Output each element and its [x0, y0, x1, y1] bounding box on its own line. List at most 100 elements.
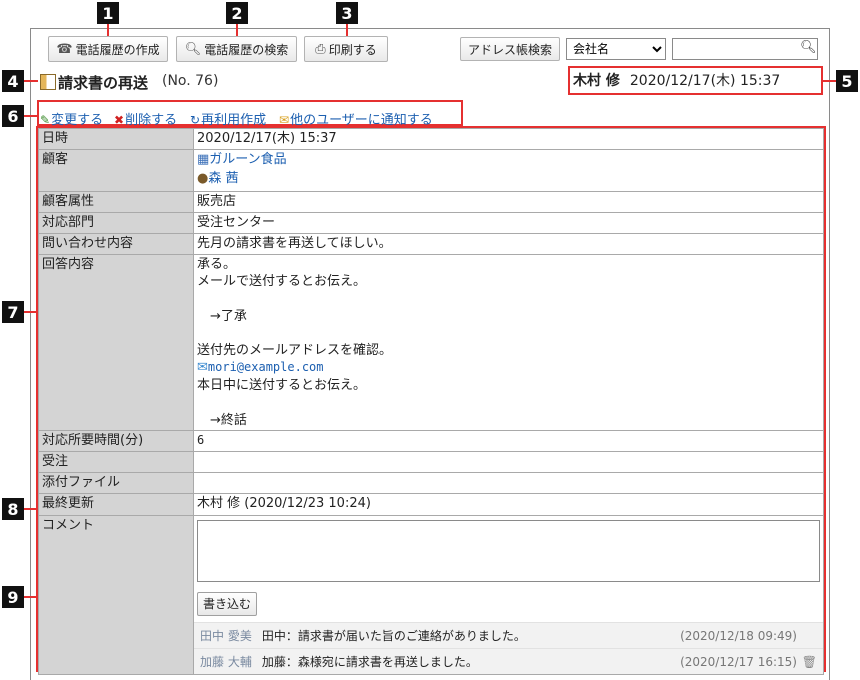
comment-item: 加藤 大輔 加藤：森様宛に請求書を再送しました。 (2020/12/17 16:1…	[194, 648, 823, 674]
marker-3: 3	[336, 2, 358, 24]
row-datetime: 日時 2020/12/17(木) 15:37	[38, 128, 824, 150]
updated-label: 最終更新	[38, 493, 194, 516]
comment-text: 田中：請求書が届いた旨のご連絡がありました。	[261, 629, 526, 643]
row-order: 受注	[38, 451, 824, 473]
datetime-label: 日時	[38, 128, 194, 150]
phone-icon: ☎	[56, 41, 73, 57]
order-value	[193, 451, 824, 473]
mail-icon: ✉	[197, 360, 208, 376]
customer-company-link[interactable]: ガルーン食品	[209, 152, 286, 167]
answer-email-link[interactable]: mori@example.com	[208, 360, 324, 374]
customer-label: 顧客	[38, 149, 194, 192]
marker-2-line	[236, 24, 238, 36]
row-inquiry: 問い合わせ内容 先月の請求書を再送してほしい。	[38, 233, 824, 255]
comment-author[interactable]: 加藤 大輔	[200, 655, 252, 669]
create-phone-history-label: 電話履歴の作成	[75, 42, 160, 57]
notify-link[interactable]: ✉他のユーザーに通知する	[279, 109, 433, 128]
addressbook-search-input[interactable]	[672, 38, 818, 60]
time-label: 対応所要時間(分)	[38, 430, 194, 452]
comment-date: (2020/12/17 16:15)	[680, 655, 797, 669]
trash-icon[interactable]: 🗑︎	[802, 649, 817, 675]
addressbook-search-button[interactable]: アドレス帳検索	[460, 37, 560, 61]
attribute-label: 顧客属性	[38, 191, 194, 213]
marker-6-line	[24, 115, 38, 117]
write-comment-button[interactable]: 書き込む	[197, 592, 258, 616]
marker-5-line	[822, 80, 836, 82]
edit-link[interactable]: ✎変更する	[40, 109, 103, 128]
row-time: 対応所要時間(分) 6	[38, 430, 824, 452]
person-icon: ●	[197, 171, 209, 186]
company-icon: ▦	[197, 152, 210, 167]
delete-label: 削除する	[125, 113, 178, 128]
answer-value: 承る。 メールで送付するとお伝え。 →了承 送付先のメールアドレスを確認。 ✉m…	[193, 254, 824, 431]
detail-table: 日時 2020/12/17(木) 15:37 顧客 ▦ガルーン食品 ●森 茜 顧…	[38, 128, 824, 675]
header-datetime: 2020/12/17(木) 15:37	[629, 73, 781, 89]
comment-area: 書き込む 田中 愛美 田中：請求書が届いた旨のご連絡がありました。 (2020/1…	[193, 515, 824, 675]
answer-text-2: 本日中に送付するとお伝え。 →終話	[197, 378, 367, 428]
row-attribute: 顧客属性 販売店	[38, 191, 824, 213]
marker-4: 4	[2, 70, 24, 92]
print-label: 印刷する	[328, 42, 377, 57]
reuse-link[interactable]: ↻再利用作成	[190, 109, 266, 128]
row-attach: 添付ファイル	[38, 472, 824, 494]
inquiry-label: 問い合わせ内容	[38, 233, 194, 255]
dept-value: 受注センター	[193, 212, 824, 234]
search-icon[interactable]: 🔍︎	[800, 40, 817, 55]
search-icon: 🔍︎	[184, 41, 202, 57]
customer-person-link[interactable]: 森 茜	[208, 171, 238, 186]
comment-author[interactable]: 田中 愛美	[200, 629, 252, 643]
header-user: 木村 修	[573, 73, 620, 89]
delete-x-icon: ✖	[114, 113, 125, 127]
comment-label: コメント	[38, 515, 194, 675]
marker-4-line	[24, 80, 38, 82]
marker-7: 7	[2, 301, 24, 323]
create-phone-history-button[interactable]: ☎ 電話履歴の作成	[48, 36, 168, 62]
answer-text-1: 承る。 メールで送付するとお伝え。 →了承 送付先のメールアドレスを確認。	[197, 257, 393, 359]
comment-date: (2020/12/18 09:49)	[680, 629, 797, 643]
marker-2: 2	[226, 2, 248, 24]
marker-6: 6	[2, 105, 24, 127]
order-label: 受注	[38, 451, 194, 473]
attach-label: 添付ファイル	[38, 472, 194, 494]
notify-label: 他のユーザーに通知する	[290, 113, 433, 128]
reuse-icon: ↻	[190, 113, 201, 127]
marker-1: 1	[97, 2, 119, 24]
page-title: 請求書の再送	[58, 74, 149, 92]
comment-input[interactable]	[197, 520, 820, 582]
print-button[interactable]: ⎙ 印刷する	[304, 36, 388, 62]
company-name-select[interactable]: 会社名	[566, 38, 666, 60]
dept-label: 対応部門	[38, 212, 194, 234]
addressbook-search-label: アドレス帳検索	[467, 42, 552, 57]
marker-5: 5	[836, 70, 858, 92]
row-comment: コメント 書き込む 田中 愛美 田中：請求書が届いた旨のご連絡がありました。 (2…	[38, 515, 824, 675]
row-customer: 顧客 ▦ガルーン食品 ●森 茜	[38, 149, 824, 192]
printer-icon: ⎙	[315, 41, 326, 57]
marker-9: 9	[2, 586, 24, 608]
reuse-label: 再利用作成	[201, 113, 267, 128]
row-updated: 最終更新 木村 修 (2020/12/23 10:24)	[38, 493, 824, 516]
attribute-value: 販売店	[193, 191, 824, 213]
updated-value: 木村 修 (2020/12/23 10:24)	[193, 493, 824, 516]
record-number: (No. 76)	[162, 73, 219, 89]
row-answer: 回答内容 承る。 メールで送付するとお伝え。 →了承 送付先のメールアドレスを確…	[38, 254, 824, 431]
marker-1-line	[107, 24, 109, 36]
attach-value	[193, 472, 824, 494]
notify-icon: ✉	[279, 113, 290, 127]
search-phone-history-button[interactable]: 🔍︎ 電話履歴の検索	[176, 36, 297, 62]
search-phone-history-label: 電話履歴の検索	[204, 42, 289, 57]
delete-link[interactable]: ✖削除する	[114, 109, 177, 128]
pencil-icon: ✎	[40, 113, 51, 127]
answer-label: 回答内容	[38, 254, 194, 431]
edit-label: 変更する	[51, 113, 104, 128]
comment-item: 田中 愛美 田中：請求書が届いた旨のご連絡がありました。 (2020/12/18 …	[194, 622, 823, 648]
marker-3-line	[346, 24, 348, 36]
phone-history-icon	[40, 74, 56, 90]
marker-8: 8	[2, 498, 24, 520]
customer-value: ▦ガルーン食品 ●森 茜	[193, 149, 824, 192]
time-value: 6	[193, 430, 824, 452]
row-dept: 対応部門 受注センター	[38, 212, 824, 234]
header-info: 木村 修 2020/12/17(木) 15:37	[573, 70, 780, 90]
comment-text: 加藤：森様宛に請求書を再送しました。	[261, 655, 478, 669]
datetime-value: 2020/12/17(木) 15:37	[193, 128, 824, 150]
inquiry-value: 先月の請求書を再送してほしい。	[193, 233, 824, 255]
